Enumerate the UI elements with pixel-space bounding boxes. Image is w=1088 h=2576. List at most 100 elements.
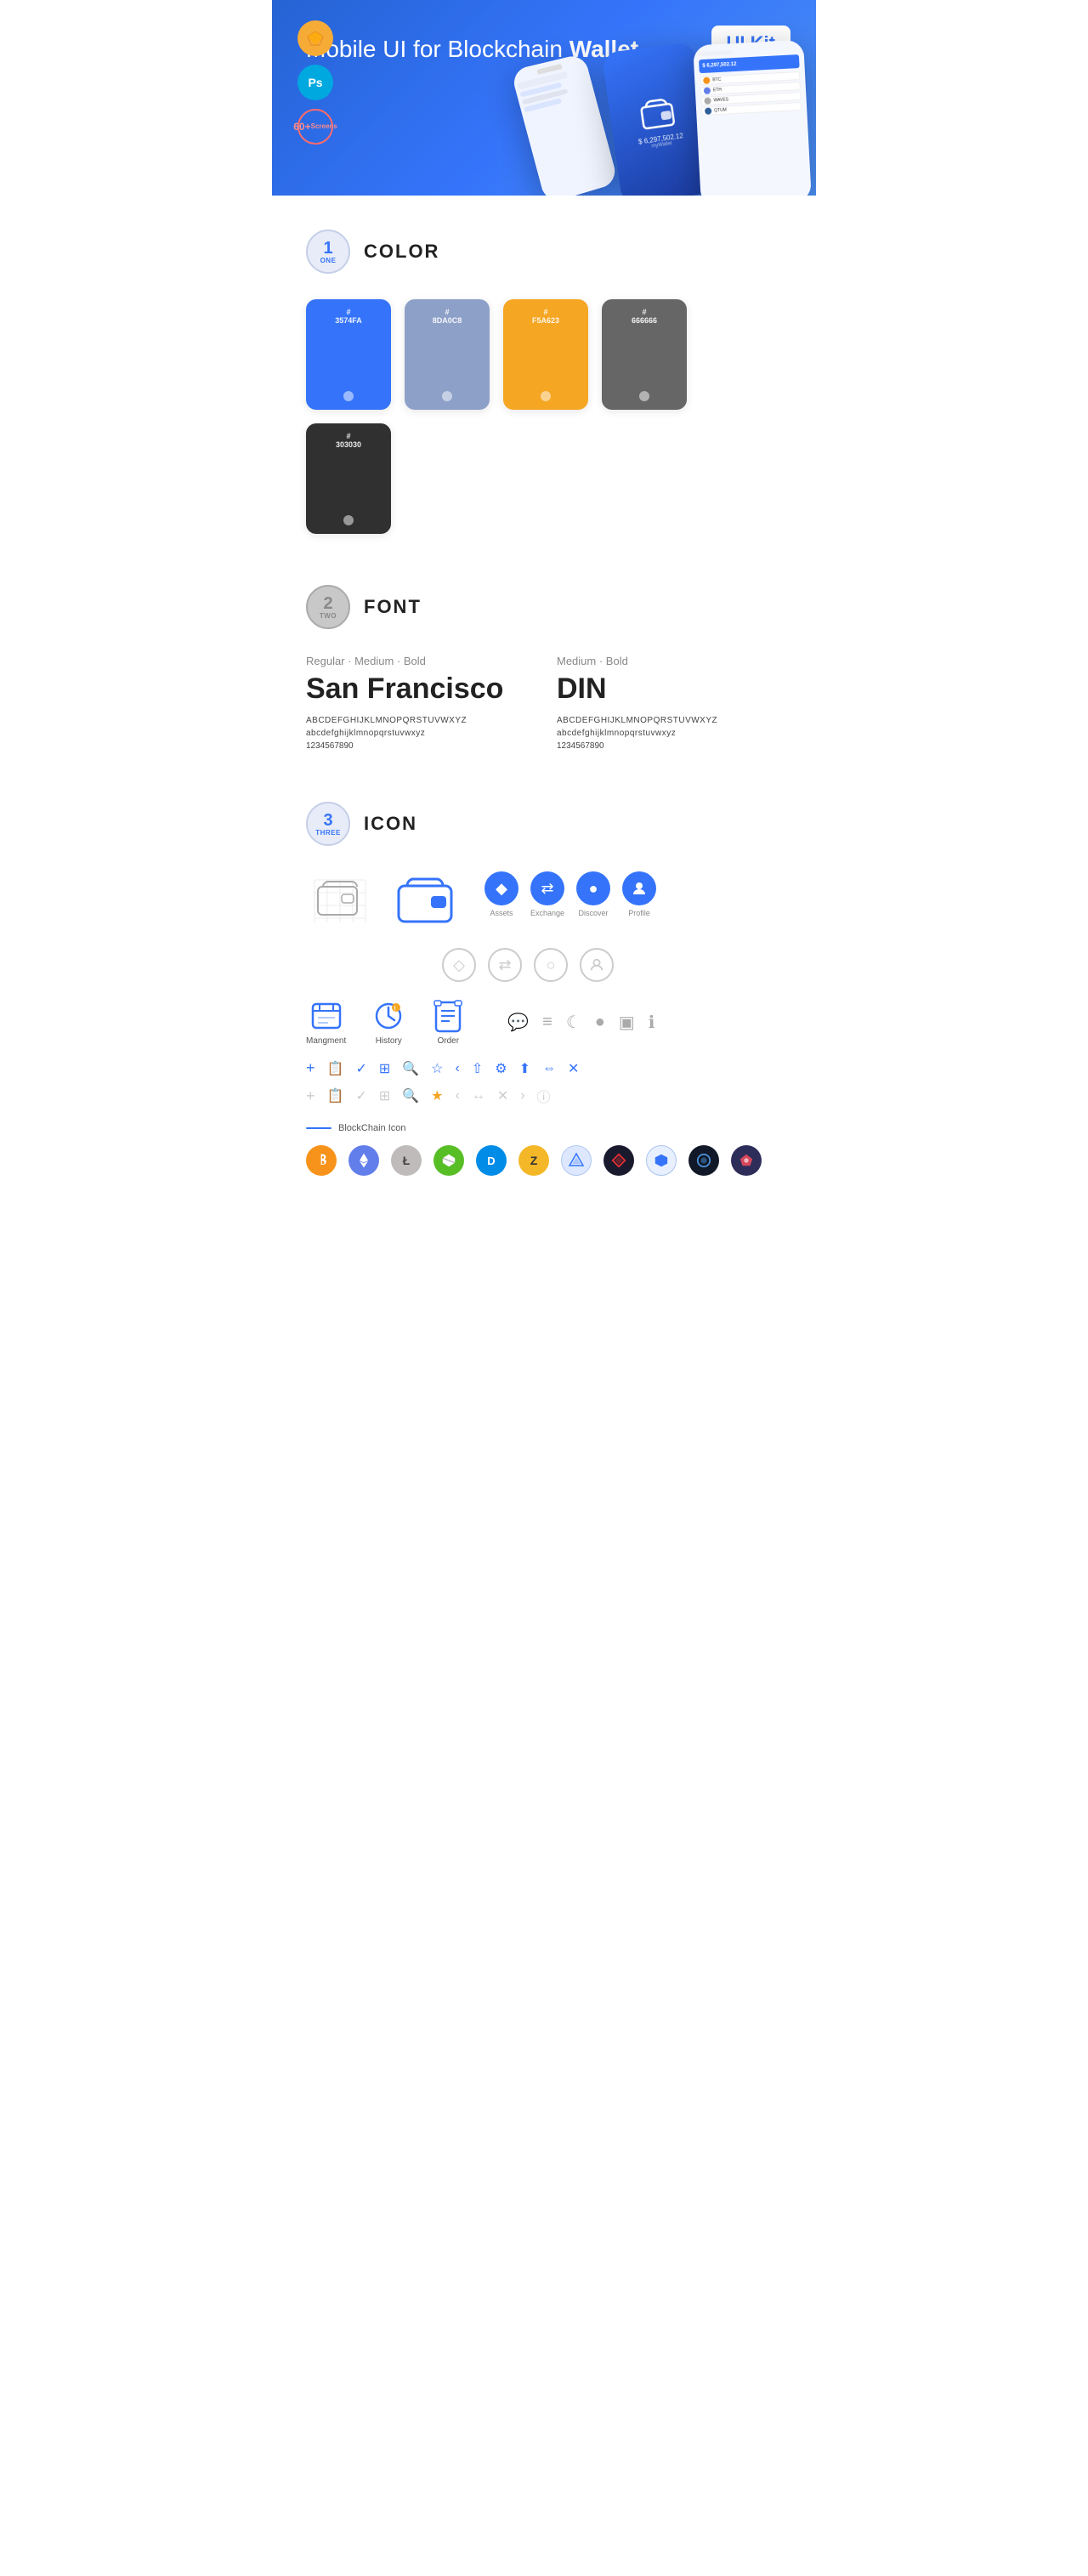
- swatch-dot: [639, 391, 649, 401]
- exchange-icon: ⇄: [530, 871, 564, 905]
- plus-gray-icon: +: [306, 1087, 315, 1105]
- svg-text:!: !: [394, 1007, 396, 1013]
- icon-row-utility-gray: + 📋 ✓ ⊞ 🔍 ★ ‹ ↔ ✕ › ⓘ: [306, 1086, 782, 1106]
- font-din: Medium · Bold DIN ABCDEFGHIJKLMNOPQRSTUV…: [557, 655, 782, 751]
- icon-section-number: 3 THREE: [306, 802, 350, 846]
- search-gray-icon: 🔍: [402, 1087, 419, 1104]
- exchange-outline-icon: ⇄: [488, 948, 522, 982]
- assets-icon: ◆: [484, 871, 518, 905]
- discover-outline-icon: ○: [534, 948, 568, 982]
- forward-gray-icon: ›: [520, 1088, 524, 1104]
- icon-row-1: ◆ Assets ⇄ Exchange ● Discover: [306, 871, 782, 931]
- clipboard-icon: 📋: [327, 1060, 344, 1077]
- ps-badge: Ps: [298, 65, 333, 100]
- share-icon: ⇧: [472, 1060, 483, 1077]
- exchange-icon-box: ⇄ Exchange: [530, 871, 564, 917]
- color-section-header: 1 ONE COLOR: [306, 230, 782, 274]
- circle-icon: ●: [595, 1013, 605, 1032]
- qr-gray-icon: ⊞: [379, 1087, 390, 1104]
- back-icon: ‹: [456, 1061, 460, 1076]
- check-icon: ✓: [355, 1060, 366, 1077]
- swatch-gray: #666666: [602, 299, 687, 410]
- check-gray-icon: ✓: [355, 1087, 366, 1104]
- font-section: 2 TWO FONT Regular · Medium · Bold San F…: [306, 551, 782, 768]
- zec-icon: Z: [518, 1145, 549, 1176]
- swatch-dark: #303030: [306, 423, 391, 534]
- color-section: 1 ONE COLOR #3574FA #8DA0C8 #F5A623 #666…: [306, 196, 782, 551]
- phone-mockups: $ 6,297,502.12 myWallet $ 6,297,502.12 B…: [510, 34, 816, 196]
- resize-icon: ⇔: [542, 1061, 556, 1076]
- plus-icon: +: [306, 1059, 315, 1077]
- mana-icon: [731, 1145, 762, 1176]
- phone-left: [510, 54, 618, 196]
- hero-section: Mobile UI for Blockchain Wallet UI Kit P…: [272, 0, 816, 196]
- color-section-number: 1 ONE: [306, 230, 350, 274]
- icon-section-header: 3 THREE ICON: [306, 802, 782, 846]
- ltc-icon: Ł: [391, 1145, 422, 1176]
- small-icons-row: 💬 ≡ ☾ ● ▣ ℹ: [507, 1012, 654, 1033]
- iota-icon: [561, 1145, 592, 1176]
- star-icon: ☆: [431, 1060, 443, 1077]
- phone-right: $ 6,297,502.12 BTC ETH WAVES QTUM: [693, 40, 812, 196]
- swatch-orange: #F5A623: [503, 299, 588, 410]
- nav-icons-filled: ◆ Assets ⇄ Exchange ● Discover: [484, 871, 656, 917]
- search-icon: 🔍: [402, 1060, 419, 1077]
- swatch-dot: [442, 391, 452, 401]
- blockchain-divider-text: BlockChain Icon: [338, 1123, 406, 1133]
- divider-line: [306, 1127, 332, 1129]
- swatch-dot: [343, 391, 354, 401]
- assets-icon-box: ◆ Assets: [484, 871, 518, 917]
- comment-icon: 💬: [507, 1012, 529, 1033]
- back-gray-icon: ‹: [456, 1088, 460, 1104]
- blockchain-divider: BlockChain Icon: [306, 1123, 782, 1133]
- color-swatches: #3574FA #8DA0C8 #F5A623 #666666 #303030: [306, 299, 782, 534]
- info-icon: ℹ: [649, 1012, 655, 1033]
- swatch-dot: [343, 515, 354, 525]
- info-gray-icon: ⓘ: [537, 1086, 551, 1106]
- star-active-icon: ★: [431, 1087, 443, 1104]
- qr-icon: ⊞: [379, 1060, 390, 1077]
- btc-icon: [306, 1145, 337, 1176]
- ark-icon: [604, 1145, 634, 1176]
- chat-icon: ▣: [619, 1012, 635, 1033]
- moon-icon: ☾: [566, 1012, 581, 1033]
- icon-row-app: Mangment ! History: [306, 999, 782, 1046]
- swatch-dot: [541, 391, 551, 401]
- layers-icon: ≡: [542, 1013, 552, 1032]
- blockchain-icons: Ł D Z: [306, 1145, 782, 1176]
- sketch-badge: [298, 20, 333, 56]
- upload-icon: ⬆: [519, 1060, 530, 1077]
- order-icon-box: Order: [431, 999, 465, 1046]
- icon-section-title: ICON: [364, 813, 417, 835]
- management-icon-box: Mangment: [306, 999, 346, 1046]
- dash-icon: D: [476, 1145, 507, 1176]
- icon-row-outline: ◇ ⇄ ○: [306, 948, 782, 982]
- screens-badge: 60+ Screens: [298, 109, 333, 145]
- neo-icon: [434, 1145, 464, 1176]
- clipboard-gray-icon: 📋: [327, 1087, 344, 1104]
- color-section-title: COLOR: [364, 241, 439, 263]
- discover-icon-box: ● Discover: [576, 871, 610, 917]
- icon-row-utility-blue: + 📋 ✓ ⊞ 🔍 ☆ ‹ ⇧ ⚙ ⬆ ⇔ ✕: [306, 1059, 782, 1077]
- font-section-title: FONT: [364, 596, 422, 618]
- history-icon-box: ! History: [371, 999, 405, 1046]
- close-gray-icon: ✕: [497, 1087, 508, 1104]
- main-content: 1 ONE COLOR #3574FA #8DA0C8 #F5A623 #666…: [272, 196, 816, 1218]
- icon-section: 3 THREE ICON: [306, 768, 782, 1218]
- knc-icon: [646, 1145, 677, 1176]
- font-section-header: 2 TWO FONT: [306, 585, 782, 629]
- profile-icon-box: Profile: [622, 871, 656, 917]
- swatch-blue: #3574FA: [306, 299, 391, 410]
- profile-outline-icon: [580, 948, 614, 982]
- hero-badges: Ps 60+ Screens: [298, 20, 333, 145]
- profile-icon: [622, 871, 656, 905]
- discover-icon: ●: [576, 871, 610, 905]
- assets-outline-icon: ◇: [442, 948, 476, 982]
- font-grid: Regular · Medium · Bold San Francisco AB…: [306, 655, 782, 751]
- wallet-filled-icon: [391, 871, 459, 931]
- eth-icon: [348, 1145, 379, 1176]
- bnt-icon: [688, 1145, 719, 1176]
- font-section-number: 2 TWO: [306, 585, 350, 629]
- wallet-grid-icon: [306, 871, 374, 931]
- close-icon: ✕: [568, 1060, 579, 1077]
